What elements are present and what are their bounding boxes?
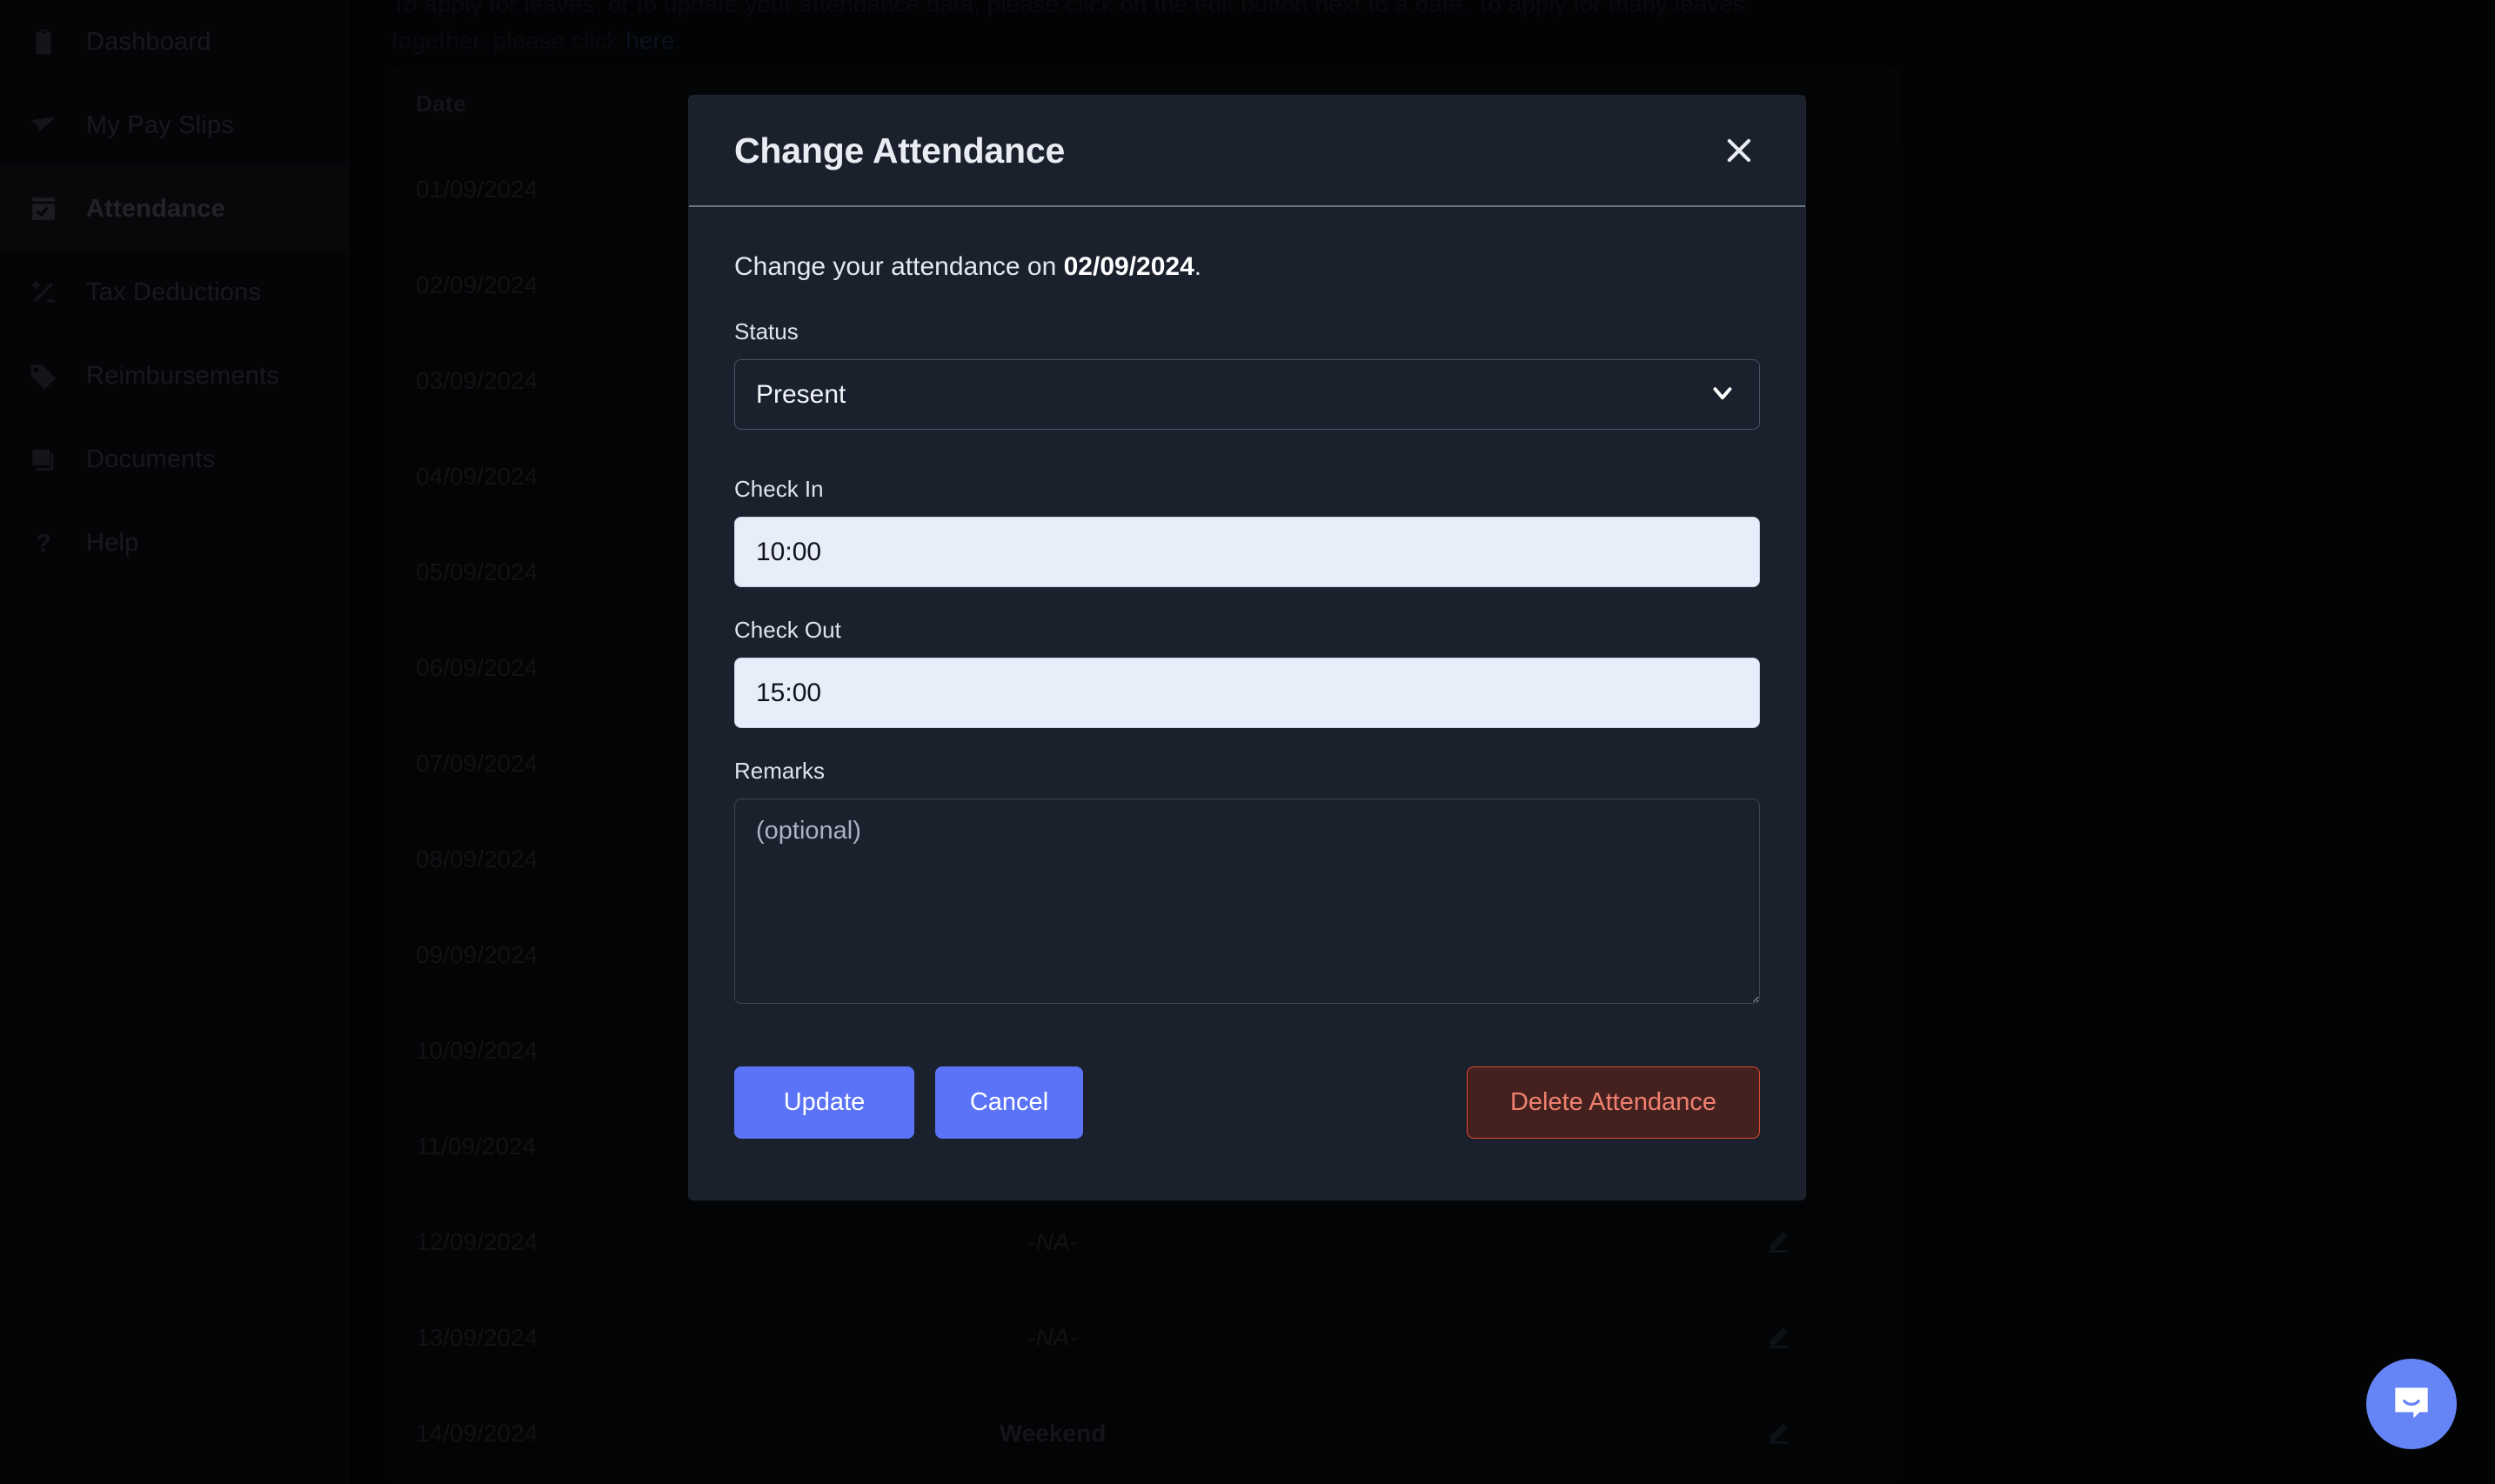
chat-bubble-icon[interactable] [2366,1359,2457,1449]
change-attendance-modal: Change Attendance Change your attendance… [689,96,1805,1200]
status-label: Status [734,318,799,344]
cancel-button[interactable]: Cancel [935,1066,1083,1139]
description-suffix: . [1194,252,1202,281]
delete-attendance-button[interactable]: Delete Attendance [1467,1066,1760,1139]
description-date: 02/09/2024 [1063,252,1194,281]
modal-description: Change your attendance on 02/09/2024. [734,252,1760,282]
modal-header: Change Attendance [689,96,1805,207]
description-prefix: Change your attendance on [734,252,1064,281]
check-out-input[interactable] [734,658,1760,728]
status-select[interactable]: PresentAbsentLeaveHalf DayWeekendHoliday [734,359,1760,430]
modal-title: Change Attendance [734,130,1066,170]
check-out-label: Check Out [734,617,841,643]
app-root: Dashboard My Pay Slips Attendance Tax De… [0,0,2495,1484]
check-in-input[interactable] [734,517,1760,587]
remarks-textarea[interactable] [734,799,1760,1004]
close-icon[interactable] [1715,126,1763,175]
status-select-wrap: PresentAbsentLeaveHalf DayWeekendHoliday [734,359,1760,430]
check-in-label: Check In [734,476,824,502]
remarks-label: Remarks [734,758,826,784]
update-button[interactable]: Update [734,1066,914,1139]
modal-footer: Update Cancel Delete Attendance [689,1004,1805,1200]
modal-body: Change your attendance on 02/09/2024. St… [689,207,1805,1004]
